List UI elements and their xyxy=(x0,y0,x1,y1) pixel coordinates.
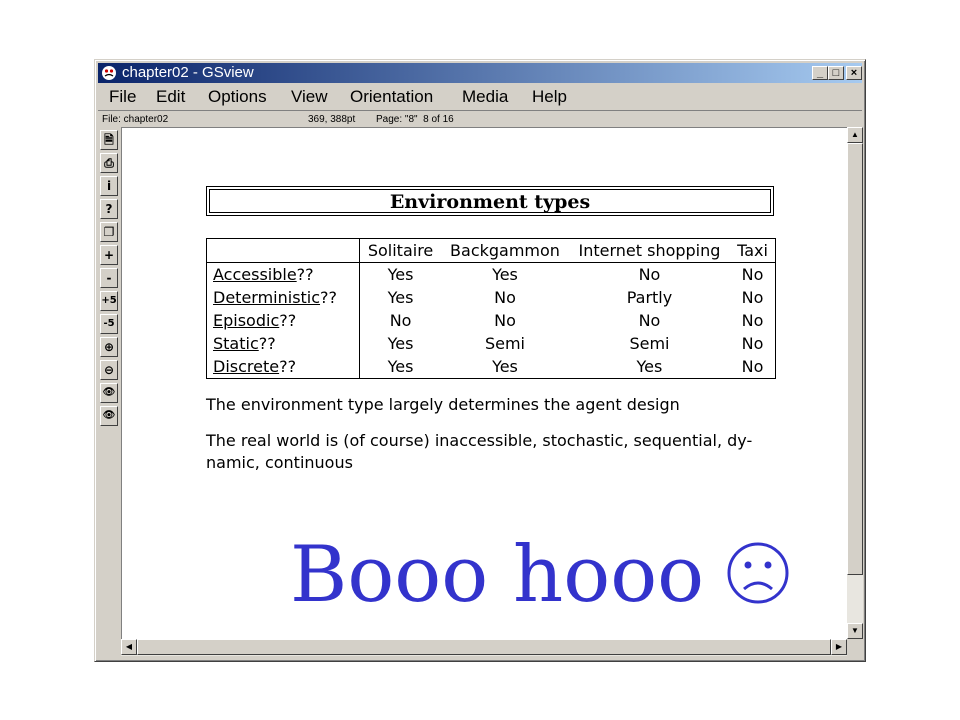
table-cell: Yes xyxy=(387,334,414,353)
row-label: Discrete?? xyxy=(206,355,360,379)
row-label-suffix: ?? xyxy=(279,357,297,376)
paragraph-agent-design: The environment type largely determines … xyxy=(206,395,680,414)
table-cell: Yes xyxy=(492,357,518,376)
open-file-icon[interactable]: 🗎 xyxy=(100,130,118,150)
copy-icon[interactable]: ❐ xyxy=(100,222,118,242)
back-five-icon[interactable]: -5 xyxy=(100,314,118,334)
row-label: Accessible?? xyxy=(206,262,360,286)
table-cell: Yes xyxy=(387,265,414,284)
booo-hooo-overlay: Booo hooo xyxy=(290,527,790,623)
size-grip[interactable] xyxy=(847,639,863,656)
table-cell: No xyxy=(494,288,516,307)
menu-edit[interactable]: Edit xyxy=(156,86,185,108)
table-cell: Yes xyxy=(492,265,518,284)
table-cell: Partly xyxy=(626,288,673,307)
close-button[interactable]: × xyxy=(846,66,862,80)
menu-options[interactable]: Options xyxy=(208,86,267,108)
scroll-left-arrow-icon[interactable]: ◀ xyxy=(121,639,137,655)
row-label-suffix: ?? xyxy=(320,288,338,307)
table-cell: Semi xyxy=(629,334,670,353)
horizontal-scroll-thumb[interactable] xyxy=(137,639,831,655)
menu-file[interactable]: File xyxy=(109,86,136,108)
print-icon[interactable]: ⎙ xyxy=(100,153,118,173)
row-label-link[interactable]: Discrete xyxy=(213,357,279,376)
vertical-scroll-thumb[interactable] xyxy=(847,143,863,575)
table-cell: No xyxy=(741,288,764,307)
table-row: Discrete?? Yes Yes Yes No xyxy=(206,355,776,379)
table-cell: No xyxy=(741,357,764,376)
row-label-link[interactable]: Episodic xyxy=(213,311,279,330)
vertical-scrollbar[interactable]: ▲ ▼ xyxy=(847,127,863,639)
gsview-app-icon xyxy=(102,66,116,80)
view-text-icon[interactable]: 👁 xyxy=(100,383,118,403)
slide-heading: Environment types xyxy=(209,189,771,213)
table-cell: Yes xyxy=(387,288,414,307)
minimize-button[interactable]: _ xyxy=(812,66,828,80)
frowning-face-icon xyxy=(727,542,789,604)
table-cell: No xyxy=(638,311,661,330)
paragraph-line: namic, continuous xyxy=(206,453,353,472)
maximize-button[interactable]: □ xyxy=(828,66,844,80)
menu-orientation[interactable]: Orientation xyxy=(350,86,433,108)
row-label-suffix: ?? xyxy=(296,265,314,284)
table-header-cell xyxy=(206,238,360,263)
environment-table: Solitaire Backgammon Internet shopping T… xyxy=(206,238,776,379)
table-header-cell: Taxi xyxy=(730,238,776,263)
scroll-down-arrow-icon[interactable]: ▼ xyxy=(847,623,863,639)
menu-help[interactable]: Help xyxy=(532,86,567,108)
paragraph-real-world: The real world is (of course) inaccessib… xyxy=(206,430,776,474)
window-title: chapter02 - GSview xyxy=(122,64,254,81)
row-label-suffix: ?? xyxy=(258,334,276,353)
table-cell: Yes xyxy=(387,357,414,376)
row-label: Deterministic?? xyxy=(206,286,360,309)
row-label: Static?? xyxy=(206,332,360,355)
table-cell: No xyxy=(494,311,516,330)
table-header-cell: Solitaire xyxy=(359,238,442,263)
menu-view[interactable]: View xyxy=(291,86,328,108)
view-icon[interactable]: 👁 xyxy=(100,406,118,426)
scroll-up-arrow-icon[interactable]: ▲ xyxy=(847,127,863,143)
menu-media[interactable]: Media xyxy=(462,86,508,108)
table-cell: No xyxy=(741,265,764,284)
previous-page-icon[interactable]: - xyxy=(100,268,118,288)
table-row: Episodic?? No No No No xyxy=(206,309,776,332)
zoom-out-icon[interactable]: ⊖ xyxy=(100,360,118,380)
row-label-link[interactable]: Static xyxy=(213,334,259,353)
table-row: Static?? Yes Semi Semi No xyxy=(206,332,776,355)
table-header-row: Solitaire Backgammon Internet shopping T… xyxy=(206,238,776,263)
horizontal-scrollbar[interactable]: ◀ ▶ xyxy=(121,639,847,656)
row-label-suffix: ?? xyxy=(279,311,297,330)
scroll-right-arrow-icon[interactable]: ▶ xyxy=(831,639,847,655)
forward-five-icon[interactable]: +5 xyxy=(100,291,118,311)
table-cell: No xyxy=(741,334,764,353)
table-row: Accessible?? Yes Yes No No xyxy=(206,262,776,286)
title-bar[interactable]: chapter02 - GSview _ □ × xyxy=(98,63,862,83)
slide-heading-box: Environment types xyxy=(206,186,774,216)
table-row: Deterministic?? Yes No Partly No xyxy=(206,286,776,309)
table-header-cell: Internet shopping xyxy=(568,238,731,263)
next-page-icon[interactable]: + xyxy=(100,245,118,265)
table-cell: Yes xyxy=(636,357,663,376)
help-icon[interactable]: ? xyxy=(100,199,118,219)
zoom-in-icon[interactable]: ⊕ xyxy=(100,337,118,357)
row-label: Episodic?? xyxy=(206,309,360,332)
info-icon[interactable]: i xyxy=(100,176,118,196)
row-label-link[interactable]: Accessible xyxy=(213,265,297,284)
menu-bar: File Edit Options View Orientation Media… xyxy=(98,84,862,110)
paragraph-line: The real world is (of course) inaccessib… xyxy=(206,431,753,450)
row-label-link[interactable]: Deterministic xyxy=(213,288,320,307)
table-cell: No xyxy=(741,311,764,330)
table-cell: No xyxy=(638,265,661,284)
side-toolbar: 🗎 ⎙ i ? ❐ + - +5 -5 ⊕ ⊖ 👁 👁 xyxy=(98,130,120,430)
overlay-text: Booo hooo xyxy=(290,530,705,620)
table-cell: No xyxy=(389,311,412,330)
table-cell: Semi xyxy=(484,334,525,353)
table-header-cell: Backgammon xyxy=(441,238,569,263)
